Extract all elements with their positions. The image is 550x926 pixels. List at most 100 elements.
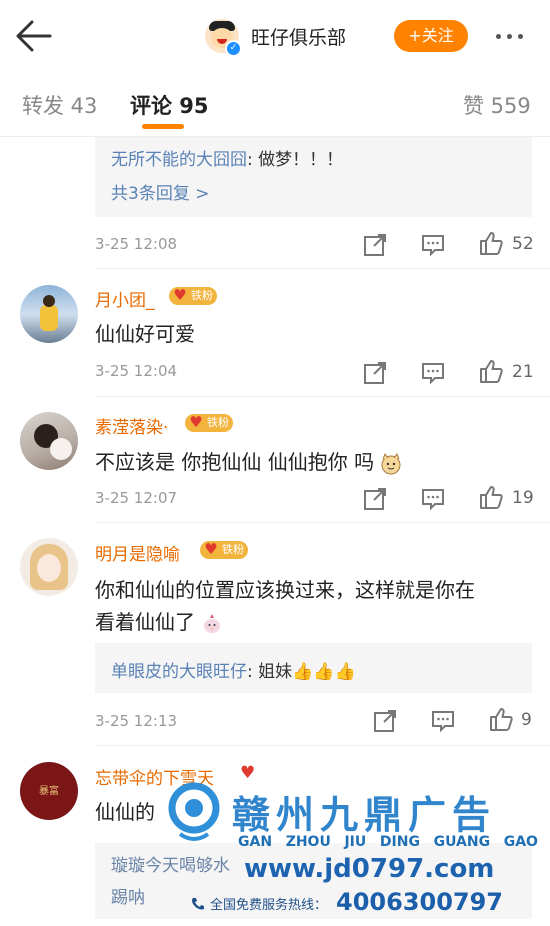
watermark-phone: 4006300797 [336,888,503,916]
like-button[interactable] [488,706,514,732]
reply-button[interactable] [430,708,456,734]
repost-button[interactable] [362,232,388,258]
heart-icon: ♥ [204,540,218,558]
fan-badge-label: 铁粉 [222,543,244,556]
hotline-label: 全国免费服务热线： [210,898,328,913]
watermark-url: www.jd0797.com [244,854,495,884]
comment-author[interactable]: 明月是隐喻 [95,540,180,565]
reply-author[interactable]: 单眼皮的大眼旺仔 [111,662,247,682]
comment-author[interactable]: 月小团_ [95,286,155,311]
like-count: 52 [512,234,534,254]
phone-icon [192,897,204,909]
comment-text-row: 不应该是 你抱仙仙 仙仙抱你 吗 [95,446,402,475]
watermark-brand: 赣州九鼎广告 [232,793,497,837]
heart-icon: ♥ [189,413,203,431]
reply-button[interactable] [420,486,446,512]
like-count: 9 [521,710,532,730]
divider [95,745,550,746]
chick-emoji-icon [204,613,221,633]
active-tab-indicator [142,124,184,129]
comment-time: 3-25 12:04 [95,362,178,380]
tab-likes[interactable]: 赞 559 [463,90,531,120]
reply-text: : 做梦！！！ [247,150,344,170]
comment-text-row: 看着仙仙了 [95,606,223,635]
pinyin-word: JIU [344,834,367,850]
avatar[interactable]: 暴富 [20,762,78,820]
comment-icon [422,235,444,257]
divider [95,396,550,397]
pinyin-word: GUANG [433,834,491,850]
comment-time: 3-25 12:13 [95,712,178,730]
divider [95,522,550,523]
fan-badge: ♥ 铁粉 [169,286,217,305]
cat-emoji-icon [381,452,401,474]
comment-icon [422,363,444,385]
like-count: 21 [512,362,534,382]
avatar[interactable] [20,412,78,470]
comment-text: 仙仙的 [95,800,155,824]
back-button[interactable] [14,18,54,54]
like-button[interactable] [478,484,504,510]
like-button[interactable] [478,358,504,384]
verified-badge-icon: ✓ [225,40,242,57]
follow-button[interactable]: +关注 [394,20,468,52]
reply-text: : 姐妹 [247,662,293,682]
reply-author[interactable]: 无所不能的大囧囧 [111,150,247,170]
comment-text-line-2: 看着仙仙了 [95,610,195,634]
watermark-hotline: 全国免费服务热线： [190,894,327,913]
pinyin-word: GAO [503,834,538,850]
avatar[interactable] [20,538,78,596]
comment-icon [422,489,444,511]
thumbs-up-icon [490,708,513,731]
pinyin-word: GAN [238,834,273,850]
more-button[interactable] [496,26,536,46]
repost-button[interactable] [362,486,388,512]
comment-icon [432,711,454,733]
comment-time: 3-25 12:07 [95,489,178,507]
like-button[interactable] [478,230,504,256]
top-bar: 旺仔俱乐部 ✓ +关注 [0,0,550,71]
more-replies-link[interactable]: 共3条回复 > [111,179,209,204]
thumbs-up-icon [480,486,503,509]
comment-time: 3-25 12:08 [95,235,178,253]
tab-reposts[interactable]: 转发 43 [22,90,97,120]
pinyin-word: DING [379,834,420,850]
watermark-pinyin: GAN ZHOU JIU DING GUANG GAO [238,834,538,850]
reply-line-1: 璇璇今天喝够水 [111,856,230,876]
tab-bar: 转发 43 评论 95 赞 559 [0,70,550,137]
reply-button[interactable] [420,232,446,258]
arrow-left-icon [16,20,52,52]
avatar[interactable] [20,285,78,343]
pinyin-word: ZHOU [285,834,331,850]
thumbs-up-icon [480,232,503,255]
more-dots-icon [496,34,501,39]
fan-badge-label: 铁粉 [191,289,213,302]
reply-preview[interactable]: 无所不能的大囧囧: 做梦！！！ 共3条回复 > [95,137,532,217]
comment-text-line-1: 你和仙仙的位置应该换过来，这样就是你在 [95,578,475,602]
thumbs-up-emoji-icon: 👍👍👍 [292,662,356,682]
heart-icon: ♥ [173,286,187,304]
thumbs-up-icon [480,360,503,383]
reply-preview[interactable]: 单眼皮的大眼旺仔: 姐妹👍👍👍 [95,643,532,693]
like-count: 19 [512,488,534,508]
account-name[interactable]: 旺仔俱乐部 [251,23,346,50]
fan-badge-label: 铁粉 [207,416,229,429]
reply-line-2: 踢呐 [111,888,145,908]
watermark-logo-icon [168,778,220,846]
share-icon [364,488,386,510]
repost-button[interactable] [372,708,398,734]
share-icon [374,710,396,732]
fan-badge: ♥ 铁粉 [185,413,233,432]
tab-comments[interactable]: 评论 95 [130,90,209,120]
repost-button[interactable] [362,360,388,386]
comment-text: 仙仙好可爱 [95,322,195,346]
share-icon [364,362,386,384]
share-icon [364,234,386,256]
fan-badge: ♥ 铁粉 [200,540,248,559]
comment-author[interactable]: 素滢落染· [95,413,168,438]
heart-icon: ♥ [240,763,256,783]
divider [95,268,550,269]
reply-button[interactable] [420,360,446,386]
avatar-text: 暴富 [39,786,59,797]
comment-text: 不应该是 你抱仙仙 仙仙抱你 吗 [95,450,375,474]
